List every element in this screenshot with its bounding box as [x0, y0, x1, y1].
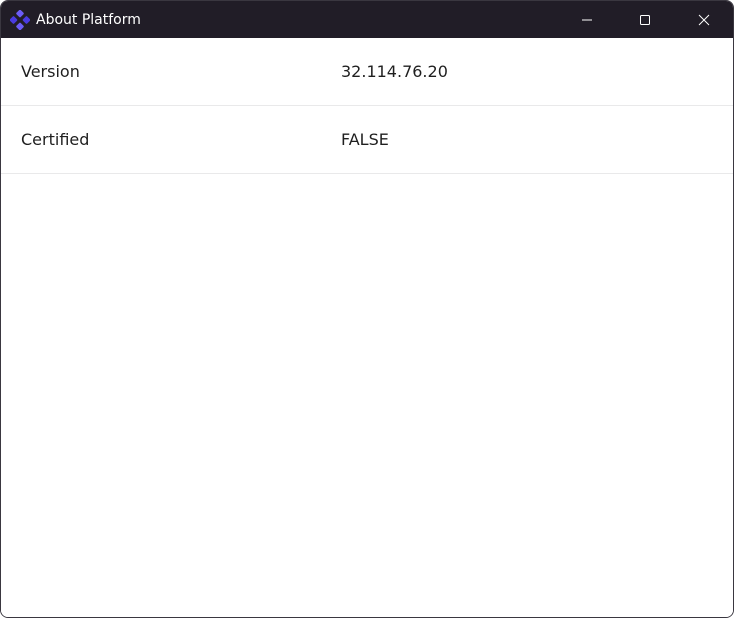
title-bar[interactable]: About Platform [1, 1, 733, 38]
minimize-button[interactable] [558, 1, 616, 38]
about-window: About Platform Version 32.114.76.20 Cert… [0, 0, 734, 618]
property-label: Certified [21, 130, 90, 149]
close-icon [698, 14, 710, 26]
maximize-button[interactable] [616, 1, 674, 38]
property-value: 32.114.76.20 [341, 62, 448, 81]
minimize-icon [581, 14, 593, 26]
property-row-version: Version 32.114.76.20 [1, 38, 733, 106]
platform-logo-icon [9, 9, 31, 31]
close-button[interactable] [675, 1, 733, 38]
property-value: FALSE [341, 130, 389, 149]
window-title: About Platform [36, 12, 141, 28]
properties-panel: Version 32.114.76.20 Certified FALSE [1, 38, 733, 617]
property-label: Version [21, 62, 80, 81]
maximize-icon [639, 14, 651, 26]
property-row-certified: Certified FALSE [1, 106, 733, 174]
